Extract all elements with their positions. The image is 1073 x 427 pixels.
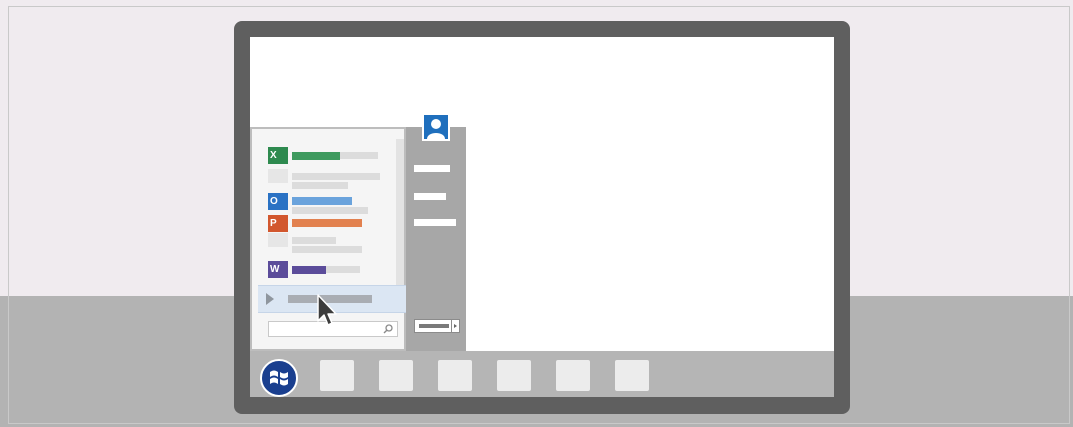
- taskbar-button[interactable]: [556, 360, 590, 391]
- desktop-screen: X O P W: [250, 37, 834, 397]
- recent-app-icon: [268, 233, 288, 247]
- outlook-label[interactable]: [292, 197, 352, 205]
- taskbar-button[interactable]: [438, 360, 472, 391]
- recent-app-sublabel: [292, 246, 362, 253]
- outlook-icon[interactable]: O: [268, 193, 288, 210]
- search-icon: [383, 324, 393, 334]
- taskbar-button[interactable]: [497, 360, 531, 391]
- monitor: X O P W: [234, 21, 850, 414]
- word-label[interactable]: [292, 266, 326, 274]
- windows-logo-icon: [270, 370, 288, 386]
- start-right-item[interactable]: [414, 165, 450, 172]
- recent-app-label: [292, 237, 336, 244]
- taskbar: [250, 351, 834, 397]
- chevron-right-icon: [266, 293, 274, 305]
- start-right-item[interactable]: [414, 193, 446, 200]
- taskbar-button[interactable]: [379, 360, 413, 391]
- word-label-tail: [326, 266, 360, 273]
- shutdown-options-arrow[interactable]: [451, 320, 459, 332]
- user-avatar-icon[interactable]: [422, 113, 450, 141]
- excel-label-tail: [340, 152, 378, 159]
- start-menu-right-pane: [406, 127, 466, 351]
- start-button[interactable]: [260, 359, 298, 397]
- taskbar-button[interactable]: [320, 360, 354, 391]
- powerpoint-icon[interactable]: P: [268, 215, 288, 232]
- recent-app-sublabel: [292, 182, 348, 189]
- start-menu-scrollbar[interactable]: [396, 139, 404, 297]
- excel-icon[interactable]: X: [268, 147, 288, 164]
- word-icon[interactable]: W: [268, 261, 288, 278]
- recent-app-label: [292, 173, 380, 180]
- recent-app-icon: [268, 169, 288, 183]
- shutdown-button[interactable]: [414, 319, 460, 333]
- shutdown-label: [419, 324, 449, 328]
- outlook-sublabel: [292, 207, 368, 214]
- powerpoint-label[interactable]: [292, 219, 362, 227]
- chevron-right-icon: [454, 324, 457, 328]
- excel-label[interactable]: [292, 152, 340, 160]
- start-right-item[interactable]: [414, 219, 456, 226]
- mouse-pointer-icon: [317, 294, 337, 326]
- taskbar-button[interactable]: [615, 360, 649, 391]
